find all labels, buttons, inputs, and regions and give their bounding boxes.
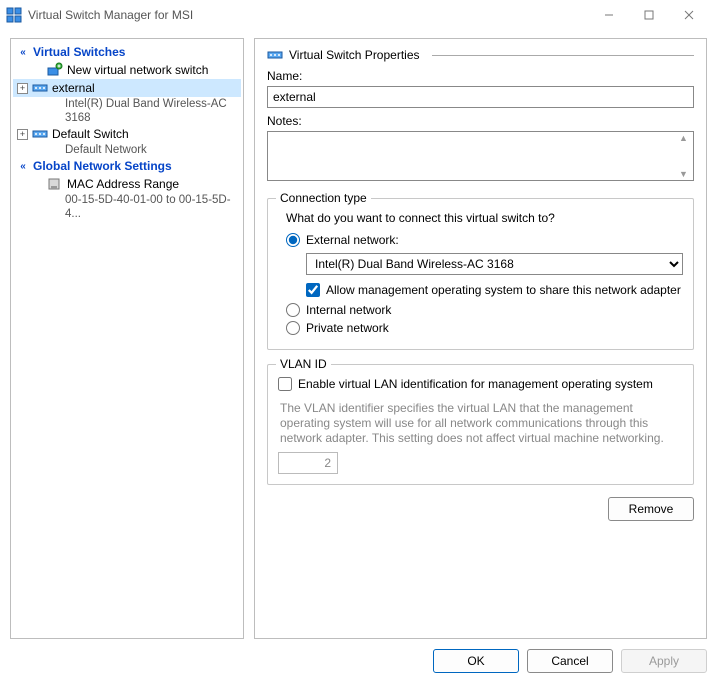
- ok-button[interactable]: OK: [433, 649, 519, 673]
- tree-item-mac-range[interactable]: MAC Address Range: [13, 175, 241, 193]
- nic-icon: [47, 176, 63, 192]
- name-input[interactable]: [267, 86, 694, 108]
- radio-external[interactable]: External network:: [286, 233, 683, 247]
- window-title: Virtual Switch Manager for MSI: [22, 8, 589, 22]
- notes-label: Notes:: [267, 114, 694, 128]
- properties-header: Virtual Switch Properties: [289, 48, 420, 62]
- vlan-enable[interactable]: Enable virtual LAN identification for ma…: [278, 377, 683, 391]
- connection-type-legend: Connection type: [276, 191, 371, 205]
- allow-mgmt-os-label: Allow management operating system to sha…: [326, 283, 681, 297]
- switch-icon: [32, 80, 48, 96]
- connection-type-prompt: What do you want to connect this virtual…: [286, 211, 683, 225]
- collapse-icon: «: [17, 47, 29, 58]
- radio-external-input[interactable]: [286, 233, 300, 247]
- expander-icon[interactable]: +: [17, 83, 28, 94]
- properties-pane: Virtual Switch Properties Name: Notes: ▲…: [254, 38, 707, 639]
- radio-external-label: External network:: [306, 233, 399, 247]
- radio-internal[interactable]: Internal network: [286, 303, 683, 317]
- expander-icon[interactable]: +: [17, 129, 28, 140]
- allow-mgmt-os-checkbox[interactable]: [306, 283, 320, 297]
- tree-item-new-switch[interactable]: New virtual network switch: [13, 61, 241, 79]
- connection-type-group: Connection type What do you want to conn…: [267, 198, 694, 350]
- switch-icon: [267, 47, 283, 63]
- apply-button: Apply: [621, 649, 707, 673]
- tree-pane: « Virtual Switches New virtual: [10, 38, 244, 639]
- notes-input[interactable]: [267, 131, 694, 181]
- close-button[interactable]: [669, 0, 709, 30]
- name-label: Name:: [267, 69, 694, 83]
- expander-placeholder: [17, 65, 28, 76]
- app-icon: [6, 7, 22, 23]
- tree-item-label: external: [52, 80, 95, 96]
- vlan-legend: VLAN ID: [276, 357, 331, 371]
- divider: [432, 55, 695, 56]
- vlan-id-input: [278, 452, 338, 474]
- tree-section-label: Virtual Switches: [33, 45, 125, 59]
- minimize-button[interactable]: [589, 0, 629, 30]
- adapter-select[interactable]: Intel(R) Dual Band Wireless-AC 3168: [306, 253, 683, 275]
- allow-mgmt-os[interactable]: Allow management operating system to sha…: [306, 283, 683, 297]
- radio-private-input[interactable]: [286, 321, 300, 335]
- tree-item-detail: Default Network: [13, 143, 241, 157]
- switch-icon: [32, 126, 48, 142]
- tree-item-label: Default Switch: [52, 126, 129, 142]
- cancel-button[interactable]: Cancel: [527, 649, 613, 673]
- radio-private-label: Private network: [306, 321, 389, 335]
- maximize-button[interactable]: [629, 0, 669, 30]
- notes-scroll[interactable]: ▲▼: [679, 133, 691, 179]
- tree-item-label: New virtual network switch: [67, 62, 208, 78]
- vlan-enable-label: Enable virtual LAN identification for ma…: [298, 377, 653, 391]
- dialog-button-row: OK Cancel Apply: [10, 639, 707, 673]
- radio-internal-label: Internal network: [306, 303, 391, 317]
- tree-section-virtual-switches[interactable]: « Virtual Switches: [13, 43, 241, 61]
- vlan-enable-checkbox[interactable]: [278, 377, 292, 391]
- collapse-icon: «: [17, 161, 29, 172]
- tree-item-detail: 00-15-5D-40-01-00 to 00-15-5D-4...: [13, 193, 241, 221]
- radio-private[interactable]: Private network: [286, 321, 683, 335]
- titlebar: Virtual Switch Manager for MSI: [0, 0, 717, 30]
- expander-placeholder: [17, 179, 28, 190]
- tree-item-detail: Intel(R) Dual Band Wireless-AC 3168: [13, 97, 241, 125]
- vlan-help-text: The VLAN identifier specifies the virtua…: [280, 401, 681, 446]
- tree-section-label: Global Network Settings: [33, 159, 172, 173]
- new-switch-icon: [47, 62, 63, 78]
- properties-header-row: Virtual Switch Properties: [267, 47, 694, 63]
- vlan-group: VLAN ID Enable virtual LAN identificatio…: [267, 364, 694, 485]
- remove-button[interactable]: Remove: [608, 497, 694, 521]
- tree-item-external[interactable]: + external: [13, 79, 241, 97]
- tree-item-default-switch[interactable]: + Default Switch: [13, 125, 241, 143]
- tree-item-label: MAC Address Range: [67, 176, 179, 192]
- tree-section-global-network[interactable]: « Global Network Settings: [13, 157, 241, 175]
- radio-internal-input[interactable]: [286, 303, 300, 317]
